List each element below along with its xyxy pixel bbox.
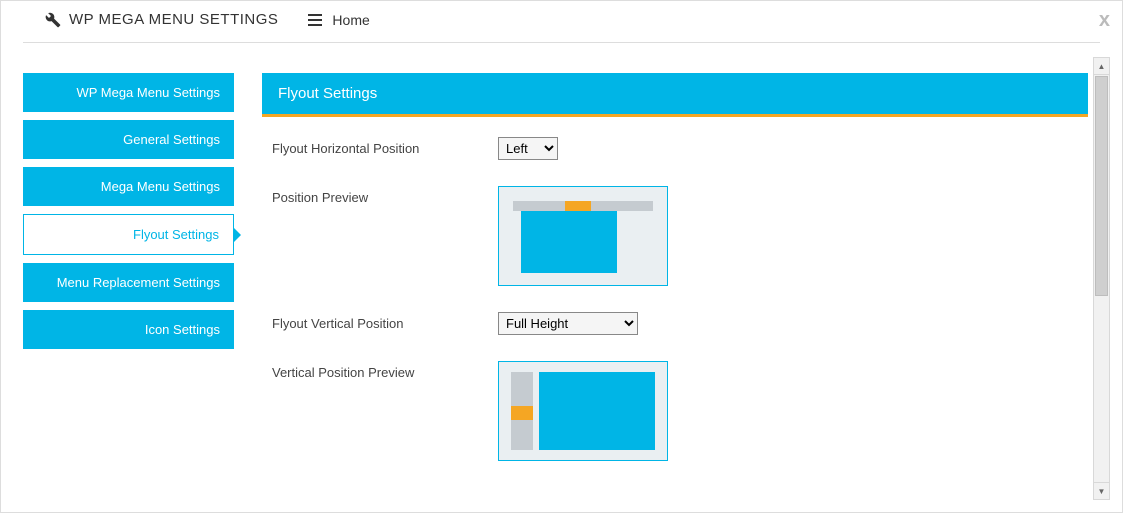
sidebar-item-label: General Settings [123, 132, 220, 147]
horizontal-position-preview [498, 186, 668, 286]
sidebar: WP Mega Menu Settings General Settings M… [23, 73, 234, 500]
preview-side-flyout-panel [539, 372, 655, 450]
sidebar-item-wp-mega-menu-settings[interactable]: WP Mega Menu Settings [23, 73, 234, 112]
scrollbar-thumb[interactable] [1095, 76, 1108, 296]
main-panel: Flyout Settings Flyout Horizontal Positi… [262, 73, 1088, 500]
label-flyout-horizontal: Flyout Horizontal Position [272, 137, 498, 156]
header-bar: WP MEGA MENU SETTINGS Home [23, 1, 1100, 43]
sidebar-item-label: Icon Settings [145, 322, 220, 337]
content-area: WP Mega Menu Settings General Settings M… [1, 57, 1088, 500]
sidebar-item-icon-settings[interactable]: Icon Settings [23, 310, 234, 349]
home-label: Home [332, 12, 369, 28]
page-title-text: WP MEGA MENU SETTINGS [69, 11, 278, 28]
sidebar-item-label: Menu Replacement Settings [57, 275, 220, 290]
scrollbar-down-icon[interactable]: ▼ [1094, 482, 1109, 499]
select-flyout-horizontal[interactable]: Left [498, 137, 558, 160]
preview-side-active-item [511, 406, 533, 420]
row-position-preview: Position Preview [272, 186, 1078, 286]
label-vertical-position-preview: Vertical Position Preview [272, 361, 498, 380]
row-flyout-horizontal: Flyout Horizontal Position Left [272, 137, 1078, 160]
row-vertical-position-preview: Vertical Position Preview [272, 361, 1078, 461]
sidebar-item-label: Mega Menu Settings [101, 179, 220, 194]
sidebar-item-general-settings[interactable]: General Settings [23, 120, 234, 159]
panel-body: Flyout Horizontal Position Left Position… [262, 117, 1088, 500]
row-flyout-vertical: Flyout Vertical Position Full Height [272, 312, 1078, 335]
sidebar-item-label: Flyout Settings [133, 227, 219, 242]
sidebar-item-label: WP Mega Menu Settings [76, 85, 220, 100]
sidebar-item-mega-menu-settings[interactable]: Mega Menu Settings [23, 167, 234, 206]
scrollbar[interactable]: ▲ ▼ [1093, 57, 1110, 500]
hamburger-icon [308, 14, 322, 26]
preview-flyout-panel [521, 211, 617, 273]
wrench-icon [45, 12, 61, 28]
scrollbar-up-icon[interactable]: ▲ [1094, 58, 1109, 75]
select-flyout-vertical[interactable]: Full Height [498, 312, 638, 335]
close-icon[interactable]: x [1099, 9, 1110, 32]
sidebar-item-menu-replacement-settings[interactable]: Menu Replacement Settings [23, 263, 234, 302]
label-position-preview: Position Preview [272, 186, 498, 205]
vertical-position-preview [498, 361, 668, 461]
label-flyout-vertical: Flyout Vertical Position [272, 312, 498, 331]
home-link[interactable]: Home [308, 12, 369, 28]
preview-active-item [565, 201, 591, 211]
panel-title: Flyout Settings [262, 73, 1088, 117]
sidebar-item-flyout-settings[interactable]: Flyout Settings [23, 214, 234, 255]
page-title: WP MEGA MENU SETTINGS [45, 11, 278, 28]
